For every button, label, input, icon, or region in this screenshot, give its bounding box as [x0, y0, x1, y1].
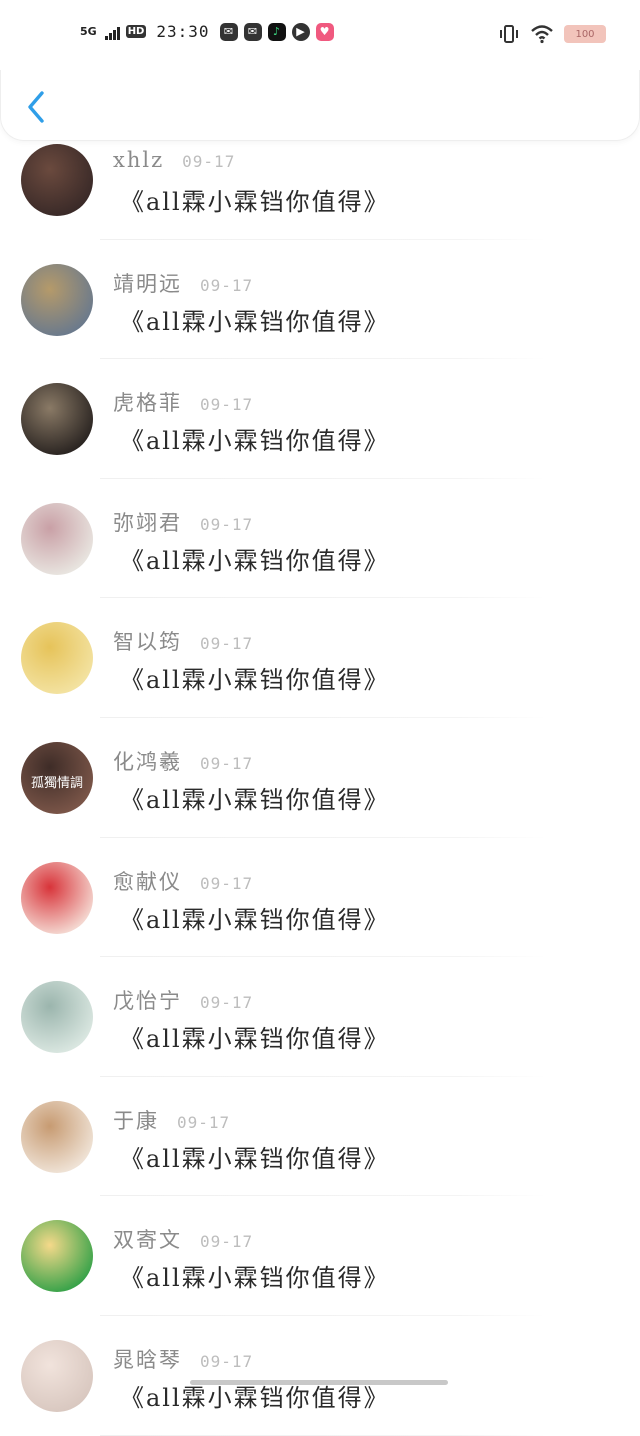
avatar[interactable]: [21, 503, 93, 575]
comment-text: 《all霖小霖铛你值得》: [120, 302, 390, 337]
comment-meta: xhlz 09-17: [113, 148, 235, 172]
username[interactable]: 智以筠: [113, 626, 182, 656]
avatar[interactable]: [21, 264, 93, 336]
comment-meta: 于康 09-17: [113, 1105, 230, 1135]
avatar[interactable]: [21, 862, 93, 934]
username[interactable]: 弥翊君: [113, 507, 182, 537]
notification-mail-icon: ✉: [220, 23, 238, 41]
comment-meta: 愈献仪 09-17: [113, 866, 253, 896]
comment-row[interactable]: 双寄文 09-17 《all霖小霖铛你值得》: [0, 1196, 640, 1316]
comment-row[interactable]: 智以筠 09-17 《all霖小霖铛你值得》: [0, 598, 640, 718]
network-label: 5G: [80, 25, 97, 38]
comment-text: 《all霖小霖铛你值得》: [120, 421, 390, 456]
avatar[interactable]: [21, 981, 93, 1053]
status-right: 100: [498, 24, 606, 44]
status-bar: 5G HD 23:30 ✉ ✉ ♪ ▶ ♥ 100: [0, 0, 640, 70]
video-play-icon: ▶: [292, 23, 310, 41]
comment-date: 09-17: [182, 152, 235, 171]
username[interactable]: 晁晗琴: [113, 1344, 182, 1374]
username[interactable]: 戊怡宁: [113, 985, 182, 1015]
avatar[interactable]: [21, 1340, 93, 1412]
music-app-icon: ♪: [268, 23, 286, 41]
comment-text: 《all霖小霖铛你值得》: [120, 660, 390, 695]
comment-date: 09-17: [200, 515, 253, 534]
avatar[interactable]: [21, 1220, 93, 1292]
wifi-icon: [530, 24, 554, 44]
comment-text: 《all霖小霖铛你值得》: [120, 780, 390, 815]
comment-meta: 化鸿羲 09-17: [113, 746, 253, 776]
vibrate-icon: [498, 24, 520, 44]
notification-mail-icon-2: ✉: [244, 23, 262, 41]
comment-meta: 弥翊君 09-17: [113, 507, 253, 537]
comment-text: 《all霖小霖铛你值得》: [120, 900, 390, 935]
comment-meta: 靖明远 09-17: [113, 268, 253, 298]
avatar[interactable]: [21, 622, 93, 694]
comment-row[interactable]: 愈献仪 09-17 《all霖小霖铛你值得》: [0, 838, 640, 958]
avatar[interactable]: 孤獨情調: [21, 742, 93, 814]
comment-meta: 虎格菲 09-17: [113, 387, 253, 417]
comment-text: 《all霖小霖铛你值得》: [120, 1139, 390, 1174]
comment-row[interactable]: 靖明远 09-17 《all霖小霖铛你值得》: [0, 240, 640, 360]
chevron-left-icon: [26, 90, 46, 124]
hd-badge: HD: [126, 25, 147, 38]
comment-date: 09-17: [200, 1352, 253, 1371]
status-time: 23:30: [156, 22, 209, 41]
comment-meta: 晁晗琴 09-17: [113, 1344, 253, 1374]
comment-date: 09-17: [200, 1232, 253, 1251]
back-button[interactable]: [21, 88, 51, 126]
status-left: 5G HD 23:30 ✉ ✉ ♪ ▶ ♥: [80, 22, 334, 41]
comment-text: 《all霖小霖铛你值得》: [120, 1019, 390, 1054]
comment-row[interactable]: 虎格菲 09-17 《all霖小霖铛你值得》: [0, 359, 640, 479]
comment-date: 09-17: [200, 993, 253, 1012]
comment-date: 09-17: [200, 276, 253, 295]
username[interactable]: 于康: [113, 1105, 159, 1135]
comment-date: 09-17: [200, 634, 253, 653]
comment-meta: 戊怡宁 09-17: [113, 985, 253, 1015]
comment-text: 《all霖小霖铛你值得》: [120, 541, 390, 576]
username[interactable]: 双寄文: [113, 1224, 182, 1254]
username[interactable]: xhlz: [113, 148, 164, 172]
comment-row[interactable]: 弥翊君 09-17 《all霖小霖铛你值得》: [0, 479, 640, 599]
avatar[interactable]: [21, 144, 93, 216]
home-indicator[interactable]: [190, 1380, 448, 1385]
avatar-label: 孤獨情調: [21, 772, 93, 791]
signal-icon: [105, 24, 120, 40]
comment-row[interactable]: 晁晗琴09-17《all霖小霖铛你值得》: [0, 1316, 640, 1436]
comment-row[interactable]: 于康 09-17 《all霖小霖铛你值得》: [0, 1077, 640, 1197]
username[interactable]: 虎格菲: [113, 387, 182, 417]
comment-date: 09-17: [200, 395, 253, 414]
username[interactable]: 靖明远: [113, 268, 182, 298]
comment-list: xhlz09-17《all霖小霖铛你值得》靖明远09-17《all霖小霖铛你值得…: [0, 120, 640, 1436]
comment-text: 《all霖小霖铛你值得》: [120, 1258, 390, 1293]
comment-date: 09-17: [200, 754, 253, 773]
username[interactable]: 愈献仪: [113, 866, 182, 896]
comment-meta: 双寄文 09-17: [113, 1224, 253, 1254]
comment-text: 《all霖小霖铛你值得》: [120, 182, 390, 217]
comment-row[interactable]: 戊怡宁 09-17 《all霖小霖铛你值得》: [0, 957, 640, 1077]
avatar[interactable]: [21, 1101, 93, 1173]
comment-date: 09-17: [200, 874, 253, 893]
comment-date: 09-17: [177, 1113, 230, 1132]
username[interactable]: 化鸿羲: [113, 746, 182, 776]
comment-row[interactable]: 孤獨情調 化鸿羲 09-17 《all霖小霖铛你值得》: [0, 718, 640, 838]
divider: [100, 1435, 546, 1436]
comment-meta: 智以筠 09-17: [113, 626, 253, 656]
avatar[interactable]: [21, 383, 93, 455]
battery-indicator: 100: [564, 25, 606, 43]
shopping-app-icon: ♥: [316, 23, 334, 41]
